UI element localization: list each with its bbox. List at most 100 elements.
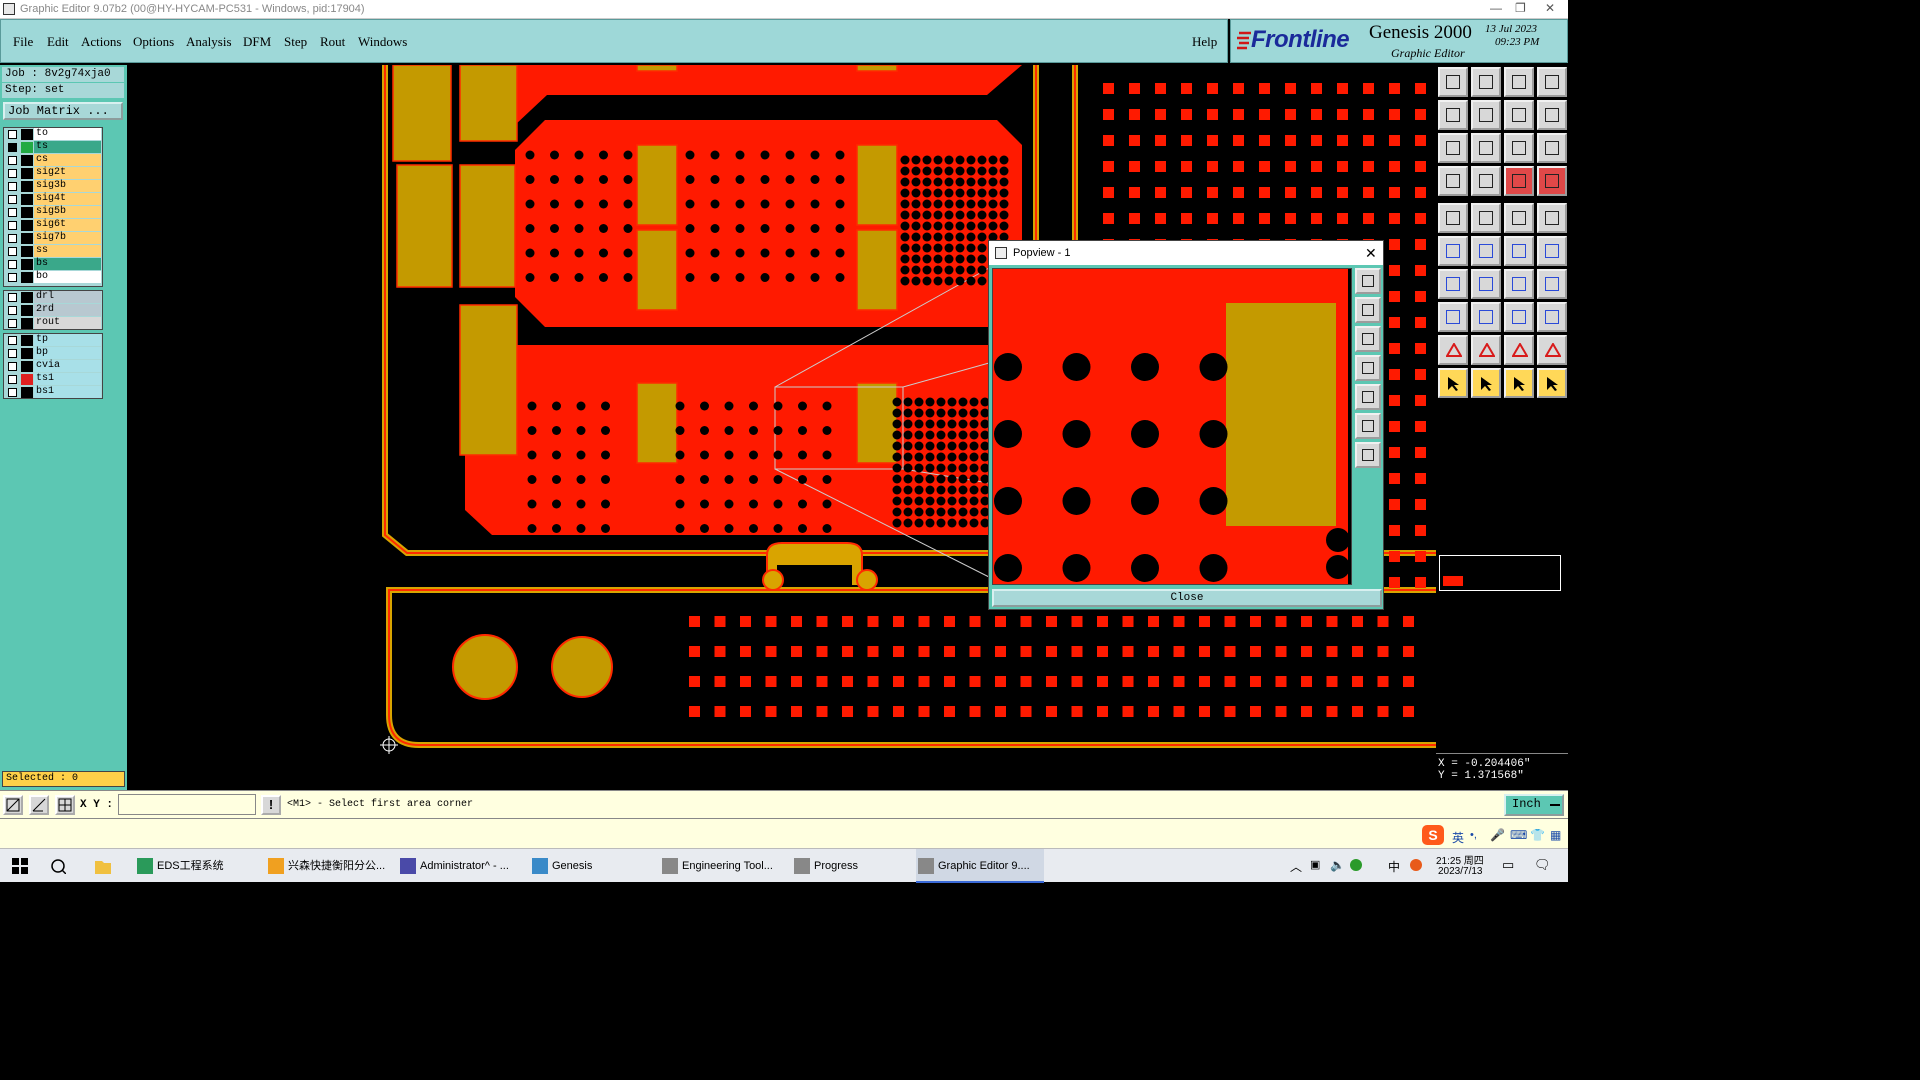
- layer-row-sig2t[interactable]: sig2t: [4, 167, 102, 180]
- layer-name[interactable]: bs1: [34, 386, 101, 398]
- shape-tool-button[interactable]: [1471, 203, 1501, 233]
- triangle-tool-button[interactable]: [1438, 335, 1468, 365]
- layer-checkbox[interactable]: [8, 349, 17, 358]
- pointer2-tool-button[interactable]: [1471, 368, 1501, 398]
- menu-edit[interactable]: Edit: [47, 34, 69, 50]
- line2-tool-button[interactable]: [1471, 269, 1501, 299]
- pad-tool-button[interactable]: [1537, 269, 1567, 299]
- tray-volume-icon[interactable]: 🔈: [1330, 858, 1345, 872]
- layer-checkbox[interactable]: [8, 156, 17, 165]
- taskbar-item-6[interactable]: Graphic Editor 9....: [916, 849, 1044, 883]
- layer-row-bp[interactable]: bp: [4, 347, 102, 360]
- layer-row-2rd[interactable]: 2rd: [4, 304, 102, 317]
- zoom-area-button[interactable]: [3, 795, 23, 815]
- ime-punct-icon[interactable]: •,: [1470, 829, 1477, 841]
- layer-row-sig5b[interactable]: sig5b: [4, 206, 102, 219]
- search-button[interactable]: [50, 849, 70, 883]
- zoom-home-tool-button[interactable]: [1471, 67, 1501, 97]
- measure-button[interactable]: [29, 795, 49, 815]
- layer-name[interactable]: drl: [34, 291, 101, 303]
- layer-row-sig4t[interactable]: sig4t: [4, 193, 102, 206]
- pan-right-tool-button[interactable]: [1471, 100, 1501, 130]
- minimize-button[interactable]: —: [1490, 1, 1502, 15]
- ruler-tool-button[interactable]: [1504, 203, 1534, 233]
- net-tool-button[interactable]: [1438, 236, 1468, 266]
- layer-checkbox[interactable]: [8, 195, 17, 204]
- popview-zoom-in-button[interactable]: [1355, 297, 1381, 323]
- layer-row-bo[interactable]: bo: [4, 271, 102, 284]
- layer-name[interactable]: sig7b: [34, 232, 101, 244]
- layer-checkbox[interactable]: [8, 388, 17, 397]
- layer-row-sig6t[interactable]: sig6t: [4, 219, 102, 232]
- layer-checkbox[interactable]: [8, 130, 17, 139]
- ime-skin-icon[interactable]: 👕: [1530, 828, 1545, 842]
- tray-date[interactable]: 2023/7/13: [1438, 866, 1483, 877]
- menu-rout[interactable]: Rout: [320, 34, 345, 50]
- layer-name[interactable]: cs: [34, 154, 101, 166]
- layer-row-bs[interactable]: bs: [4, 258, 102, 271]
- tray-network-icon[interactable]: ▣: [1310, 858, 1320, 871]
- layer-name[interactable]: cvia: [34, 360, 101, 372]
- xy-input[interactable]: [118, 794, 256, 815]
- connect-tool-button[interactable]: [1504, 236, 1534, 266]
- layer-name[interactable]: tp: [34, 334, 101, 346]
- layer-row-cs[interactable]: cs: [4, 154, 102, 167]
- layer-checkbox[interactable]: [8, 362, 17, 371]
- taskbar-item-5[interactable]: Progress: [792, 849, 907, 883]
- layer-name[interactable]: bs: [34, 258, 101, 270]
- window-tool-button[interactable]: [1537, 67, 1567, 97]
- layer-row-to[interactable]: to: [4, 128, 102, 141]
- popview-pan-button[interactable]: [1355, 355, 1381, 381]
- taskbar-item-2[interactable]: Administrator^ - ...: [398, 849, 523, 883]
- features-red2-tool-button[interactable]: [1537, 166, 1567, 196]
- layer-name[interactable]: ss: [34, 245, 101, 257]
- pointer3-tool-button[interactable]: [1504, 368, 1534, 398]
- layer-row-ts[interactable]: ts: [4, 141, 102, 154]
- layer-name[interactable]: ts: [34, 141, 101, 153]
- layer-row-ss[interactable]: ss: [4, 245, 102, 258]
- layer-name[interactable]: sig4t: [34, 193, 101, 205]
- file-explorer-button[interactable]: [95, 849, 115, 883]
- pan-left-tool-button[interactable]: [1438, 100, 1468, 130]
- ime-keyboard-icon[interactable]: ⌨: [1510, 828, 1527, 842]
- zoom-in-tool-button[interactable]: [1471, 133, 1501, 163]
- home-tool-button[interactable]: [1438, 67, 1468, 97]
- layer-checkbox[interactable]: [8, 375, 17, 384]
- layer-checkbox[interactable]: [8, 182, 17, 191]
- menu-dfm[interactable]: DFM: [243, 34, 271, 50]
- menu-windows[interactable]: Windows: [358, 34, 407, 50]
- circle-tool-button[interactable]: [1537, 203, 1567, 233]
- menu-options[interactable]: Options: [133, 34, 174, 50]
- measure-tool-button[interactable]: [1504, 302, 1534, 332]
- scale-tool-button[interactable]: [1504, 133, 1534, 163]
- notification-icon[interactable]: 🗨: [1534, 857, 1551, 873]
- menu-help[interactable]: Help: [1192, 34, 1217, 50]
- layer-checkbox[interactable]: [8, 221, 17, 230]
- layer-checkbox[interactable]: [8, 293, 17, 302]
- maximize-button[interactable]: ❐: [1515, 1, 1526, 15]
- menu-file[interactable]: File: [13, 34, 33, 50]
- layer-name[interactable]: to: [34, 128, 101, 140]
- help-tool-button[interactable]: [1537, 133, 1567, 163]
- close-window-button[interactable]: ✕: [1545, 1, 1555, 15]
- layer-checkbox[interactable]: [8, 319, 17, 328]
- grid-tool-button[interactable]: [1471, 166, 1501, 196]
- ime-mode[interactable]: 英: [1452, 829, 1464, 846]
- taskbar-item-3[interactable]: Genesis: [530, 849, 650, 883]
- tray-time[interactable]: 21:25 周四: [1436, 852, 1484, 867]
- taskbar-item-4[interactable]: Engineering Tool...: [660, 849, 785, 883]
- layer-tool-button[interactable]: [1438, 166, 1468, 196]
- job-matrix-button[interactable]: Job Matrix ...: [3, 102, 123, 120]
- popview-settings-button[interactable]: [1355, 442, 1381, 468]
- layer-checkbox[interactable]: [8, 336, 17, 345]
- sogou-ime-icon[interactable]: S: [1422, 825, 1444, 845]
- pointer-tool-button[interactable]: [1438, 368, 1468, 398]
- layer-row-bs1[interactable]: bs1: [4, 386, 102, 399]
- tray-sogou-icon[interactable]: [1410, 859, 1422, 871]
- popview-zoom-out-button[interactable]: [1355, 326, 1381, 352]
- popview-expand-button[interactable]: [1355, 413, 1381, 439]
- triangle3-tool-button[interactable]: [1504, 335, 1534, 365]
- house-tool-button[interactable]: [1504, 67, 1534, 97]
- triangle2-tool-button[interactable]: [1471, 335, 1501, 365]
- link-tool-button[interactable]: [1537, 236, 1567, 266]
